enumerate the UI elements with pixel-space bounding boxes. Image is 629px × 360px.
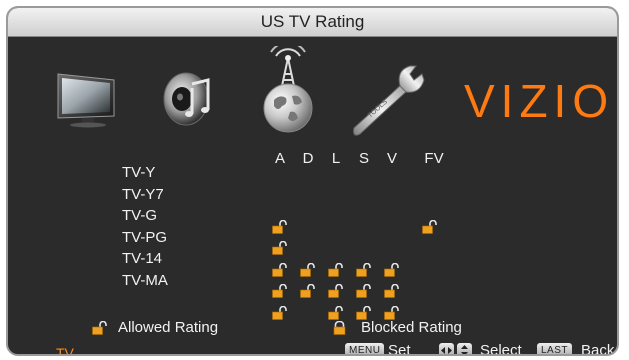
allowed-lock-icon	[92, 321, 107, 335]
rating-lock-tv-14-d[interactable]	[300, 284, 315, 298]
title-bar: US TV Rating	[8, 8, 617, 37]
row-label-tv-pg: TV-PG	[122, 229, 168, 246]
rating-lock-tv-ma-l[interactable]	[328, 306, 343, 320]
left-right-arrow-icon[interactable]	[439, 343, 454, 354]
up-down-arrow-icon[interactable]	[457, 343, 472, 354]
settings-wrench-icon[interactable]: TOOLS	[344, 62, 436, 142]
row-label-tv-14: TV-14	[122, 250, 163, 267]
brand-logo: VIZIO	[464, 75, 615, 127]
rating-lock-tv-pg-l[interactable]	[328, 263, 343, 277]
rating-lock-tv-14-v[interactable]	[384, 284, 399, 298]
rating-lock-tv-14-l[interactable]	[328, 284, 343, 298]
audio-icon[interactable]	[158, 70, 218, 128]
tv-antenna-icon[interactable]	[256, 41, 320, 136]
row-label-tv-y: TV-Y	[122, 164, 156, 181]
rating-lock-tv-y7-fv[interactable]	[422, 220, 437, 234]
picture-icon[interactable]	[52, 68, 124, 128]
rating-lock-tv-pg-v[interactable]	[384, 263, 399, 277]
rating-lock-tv-y7-a[interactable]	[272, 220, 287, 234]
input-source-label: TV	[56, 345, 74, 356]
rating-lock-tv-pg-a[interactable]	[272, 263, 287, 277]
column-header-s: S	[358, 150, 369, 167]
rating-lock-tv-14-a[interactable]	[272, 284, 287, 298]
column-header-d: D	[302, 150, 314, 167]
select-hint-label: Select	[480, 342, 522, 356]
row-label-tv-ma: TV-MA	[122, 272, 168, 289]
rating-lock-tv-pg-d[interactable]	[300, 263, 315, 277]
tv-rating-window: US TV Rating TOOLS VIZIO Allowed Rating …	[6, 6, 619, 356]
column-header-v: V	[386, 150, 397, 167]
back-hint-label: Back	[581, 342, 615, 356]
rating-lock-tv-14-s[interactable]	[356, 284, 371, 298]
row-label-tv-g: TV-G	[122, 207, 158, 224]
menu-key-badge[interactable]: MENU	[345, 343, 385, 354]
column-header-l: L	[331, 150, 341, 167]
row-label-tv-y7: TV-Y7	[122, 186, 164, 203]
rating-lock-tv-pg-s[interactable]	[356, 263, 371, 277]
rating-lock-tv-ma-a[interactable]	[272, 306, 287, 320]
allowed-rating-label: Allowed Rating	[118, 319, 219, 336]
page-title: US TV Rating	[260, 12, 365, 31]
blocked-rating-label: Blocked Rating	[361, 319, 462, 336]
rating-lock-tv-ma-v[interactable]	[384, 306, 399, 320]
rating-lock-tv-ma-s[interactable]	[356, 306, 371, 320]
set-hint-label: Set	[388, 342, 411, 356]
last-key-badge[interactable]: LAST	[537, 343, 573, 354]
blocked-lock-icon	[333, 321, 346, 335]
rating-lock-tv-g-a[interactable]	[272, 241, 287, 255]
column-header-a: A	[274, 150, 285, 167]
column-header-fv: FV	[424, 150, 444, 167]
